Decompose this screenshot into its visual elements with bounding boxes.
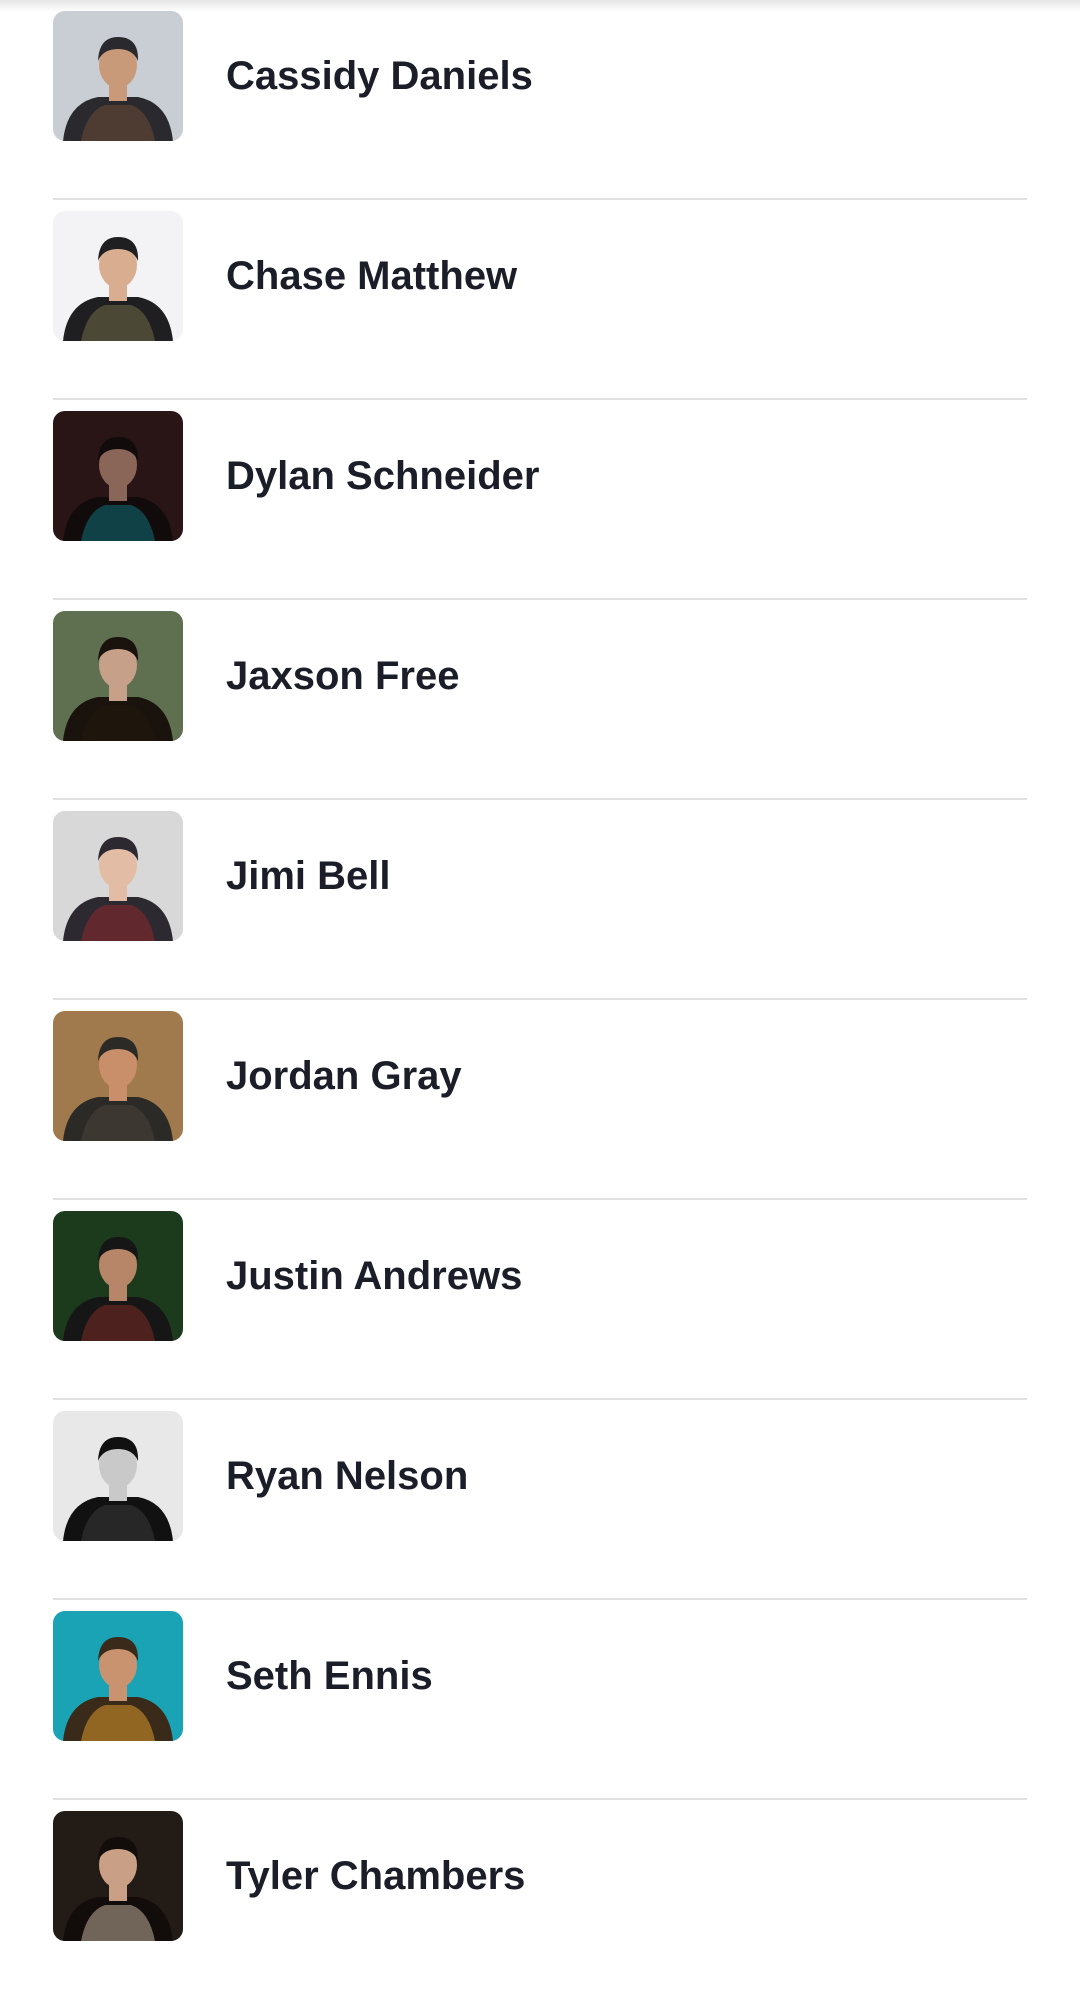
artist-name: Cassidy Daniels <box>226 54 533 98</box>
artist-name: Seth Ennis <box>226 1654 433 1698</box>
artist-photo <box>53 611 183 741</box>
artist-photo <box>53 1411 183 1541</box>
portrait-image <box>53 11 183 141</box>
artist-name: Jordan Gray <box>226 1054 462 1098</box>
portrait-image <box>53 1011 183 1141</box>
artist-name: Dylan Schneider <box>226 454 540 498</box>
artist-name: Jaxson Free <box>226 654 460 698</box>
portrait-image <box>53 811 183 941</box>
artist-photo <box>53 211 183 341</box>
artist-row[interactable]: Jordan Gray <box>53 1000 1027 1200</box>
artist-name: Justin Andrews <box>226 1254 523 1298</box>
artist-row[interactable]: Seth Ennis <box>53 1600 1027 1800</box>
top-bar-shadow <box>0 0 1080 12</box>
portrait-image <box>53 1211 183 1341</box>
artist-photo <box>53 1611 183 1741</box>
artist-row[interactable]: Justin Andrews <box>53 1200 1027 1400</box>
portrait-image <box>53 411 183 541</box>
artist-row[interactable]: Ryan Nelson <box>53 1400 1027 1600</box>
artist-name: Ryan Nelson <box>226 1454 469 1498</box>
artist-row[interactable]: Tyler Chambers <box>53 1800 1027 1998</box>
artist-row[interactable]: Chase Matthew <box>53 200 1027 400</box>
portrait-image <box>53 1611 183 1741</box>
portrait-image <box>53 611 183 741</box>
artist-photo <box>53 811 183 941</box>
artist-photo <box>53 1011 183 1141</box>
artist-row[interactable]: Jaxson Free <box>53 600 1027 800</box>
artist-row[interactable]: Cassidy Daniels <box>53 0 1027 200</box>
artist-row[interactable]: Jimi Bell <box>53 800 1027 1000</box>
portrait-image <box>53 1811 183 1941</box>
artist-row[interactable]: Dylan Schneider <box>53 400 1027 600</box>
artist-photo <box>53 411 183 541</box>
artist-name: Chase Matthew <box>226 254 518 298</box>
artist-photo <box>53 1811 183 1941</box>
artist-name: Tyler Chambers <box>226 1854 526 1898</box>
portrait-image <box>53 211 183 341</box>
artist-photo <box>53 1211 183 1341</box>
artist-photo <box>53 11 183 141</box>
portrait-image <box>53 1411 183 1541</box>
artist-list: Cassidy Daniels Chase Matthew Dylan Schn… <box>53 0 1027 1998</box>
artist-name: Jimi Bell <box>226 854 391 898</box>
